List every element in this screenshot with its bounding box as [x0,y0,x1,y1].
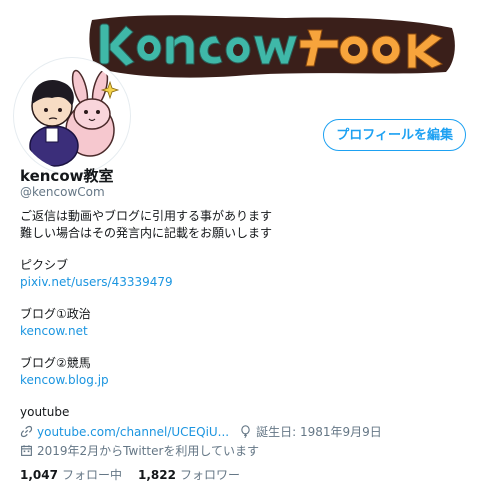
profile-page: プロフィールを編集 kencow教室 @kencowCom ご返信は動画やブログ… [0,0,480,497]
profile-bio: ご返信は動画やブログに引用する事があります 難しい場合はその発言内に記載をお願い… [20,208,460,421]
avatar[interactable] [14,58,130,174]
banner-logo [89,15,455,78]
followers-count: 1,822 [137,468,176,482]
follow-stats: 1,047 フォロー中 1,822 フォロワー [20,466,256,483]
joined-text: 2019年2月からTwitterを利用しています [37,444,260,458]
bio-youtube-label: youtube [20,405,70,419]
following-stat[interactable]: 1,047 フォロー中 [20,466,122,483]
bio-blog1-label: ブログ①政治 [20,307,91,321]
calendar-icon [21,445,32,456]
bio-pixiv-label: ピクシブ [20,258,69,272]
bio-line: ご返信は動画やブログに引用する事があります [20,209,273,223]
edit-profile-button[interactable]: プロフィールを編集 [323,119,466,151]
birthday-item: 誕生日: 1981年9月9日 [239,423,382,440]
blog1-link[interactable]: kencow.net [20,323,460,340]
bio-blog2-label: ブログ②競馬 [20,356,91,370]
blog2-link[interactable]: kencow.blog.jp [20,372,460,389]
following-label: フォロー中 [61,468,122,482]
user-handle: @kencowCom [20,185,105,199]
birthday-text: 誕生日: 1981年9月9日 [256,425,382,439]
bio-line: 難しい場合はその発言内に記載をお願いします [20,226,273,240]
profile-meta: youtube.com/channel/UCEQiU... 誕生日: 1981年… [20,422,470,460]
website-link[interactable]: youtube.com/channel/UCEQiU... [37,425,229,439]
followers-label: フォロワー [179,468,240,482]
balloon-icon [241,425,250,438]
website-item: youtube.com/channel/UCEQiU... [20,425,229,439]
avatar-illustration [18,62,126,170]
following-count: 1,047 [20,468,58,482]
pixiv-link[interactable]: pixiv.net/users/43339479 [20,274,460,291]
followers-stat[interactable]: 1,822 フォロワー [138,466,240,483]
joined-item: 2019年2月からTwitterを利用しています [20,442,259,459]
link-icon [20,425,33,438]
display-name: kencow教室 [20,167,114,185]
